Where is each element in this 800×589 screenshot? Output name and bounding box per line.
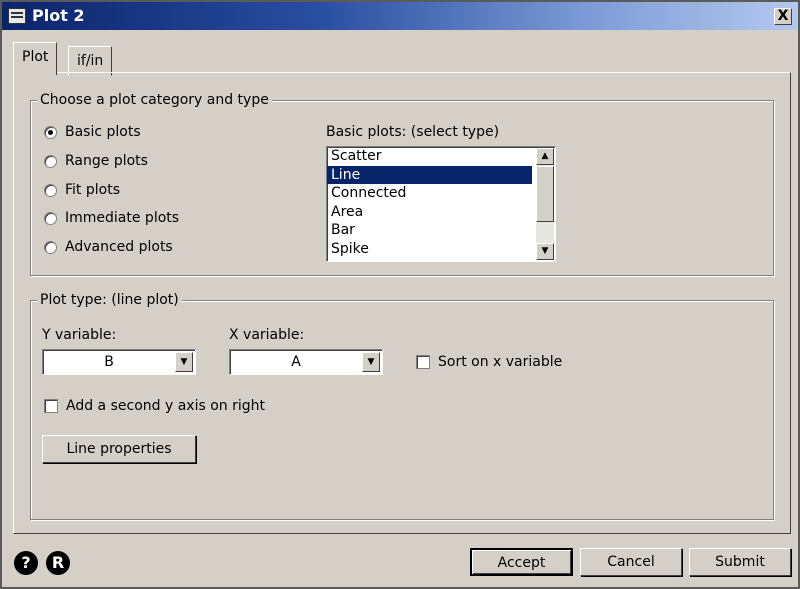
checkbox[interactable] (44, 399, 58, 413)
plot-type-legend: Plot type: (line plot) (37, 292, 182, 308)
radio-range-plots[interactable]: Range plots (44, 153, 148, 169)
list-item[interactable]: Area (327, 203, 532, 222)
tab-plot[interactable]: Plot (13, 42, 58, 75)
radio-button[interactable] (44, 211, 57, 225)
scroll-down-arrow-icon[interactable]: ▼ (536, 243, 554, 260)
x-variable-value: A (291, 354, 301, 370)
radio-button[interactable] (44, 154, 57, 168)
radio-label: Range plots (65, 153, 148, 169)
second-y-axis-checkbox[interactable]: Add a second y axis on right (44, 398, 265, 414)
scroll-up-arrow-icon[interactable]: ▲ (536, 148, 554, 165)
sort-on-x-checkbox[interactable]: Sort on x variable (416, 354, 562, 370)
radio-label: Advanced plots (65, 239, 173, 255)
checkbox-label: Add a second y axis on right (66, 398, 265, 414)
radio-immediate-plots[interactable]: Immediate plots (44, 210, 179, 226)
plot-category-legend: Choose a plot category and type (37, 92, 272, 108)
help-icon[interactable]: ? (14, 551, 38, 575)
radio-advanced-plots[interactable]: Advanced plots (44, 239, 173, 255)
plot-type-list-label: Basic plots: (select type) (326, 124, 500, 140)
close-button[interactable]: X (774, 8, 792, 25)
submit-button[interactable]: Submit (689, 548, 791, 576)
radio-basic-plots[interactable]: Basic plots (44, 124, 141, 140)
radio-button-checked[interactable] (44, 125, 57, 139)
plot-dialog: Plot 2 X Plot if/in Choose a plot catego… (0, 0, 800, 589)
list-item-selected[interactable]: Line (327, 165, 532, 184)
listbox-scrollbar[interactable]: ▲ ▼ (536, 148, 554, 260)
dialog-icon (8, 8, 26, 24)
checkbox-label: Sort on x variable (438, 354, 563, 370)
title-bar[interactable]: Plot 2 X (2, 2, 798, 30)
x-variable-label: X variable: (229, 327, 305, 343)
checkbox[interactable] (416, 355, 430, 369)
list-item[interactable]: Bar (327, 221, 532, 240)
plot-type-listbox[interactable]: Scatter Line Connected Area Bar Spike ▲ … (326, 146, 556, 262)
line-properties-button[interactable]: Line properties (42, 435, 196, 463)
radio-label: Basic plots (65, 124, 141, 140)
y-variable-combobox[interactable]: B ▼ (42, 349, 196, 375)
radio-label: Fit plots (65, 182, 120, 198)
x-variable-combobox[interactable]: A ▼ (229, 349, 383, 375)
accept-button[interactable]: Accept (470, 548, 573, 576)
cancel-button[interactable]: Cancel (580, 548, 682, 576)
list-item[interactable]: Scatter (327, 147, 532, 166)
chevron-down-icon[interactable]: ▼ (175, 352, 193, 372)
radio-button[interactable] (44, 240, 57, 254)
y-variable-label: Y variable: (42, 327, 117, 343)
radio-label: Immediate plots (65, 210, 180, 226)
r-icon[interactable]: R (46, 551, 70, 575)
radio-button[interactable] (44, 183, 57, 197)
list-item[interactable]: Connected (327, 184, 532, 203)
list-item[interactable]: Spike (327, 240, 532, 259)
radio-fit-plots[interactable]: Fit plots (44, 182, 120, 198)
y-variable-value: B (104, 354, 114, 370)
window-title: Plot 2 (32, 6, 85, 25)
scroll-thumb[interactable] (536, 166, 554, 222)
chevron-down-icon[interactable]: ▼ (362, 352, 380, 372)
